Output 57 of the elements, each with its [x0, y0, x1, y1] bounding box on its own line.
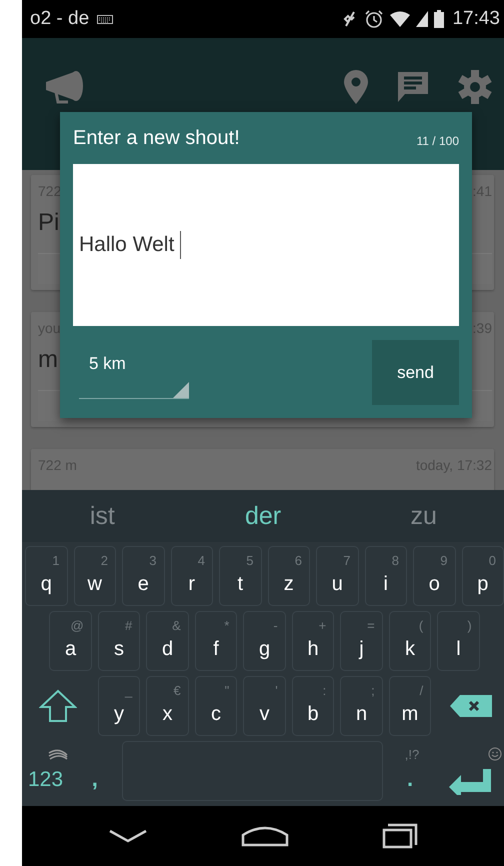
enter-icon [448, 769, 493, 795]
letter-key[interactable]: # s [98, 611, 140, 671]
dialog-title: Enter a new shout! [73, 127, 240, 150]
home-icon[interactable] [240, 825, 289, 847]
carrier-name: o2 - de [30, 8, 90, 30]
letter-key[interactable]: 7 u [316, 546, 358, 606]
signal-icon [416, 11, 428, 27]
letter-key[interactable]: = j [340, 611, 383, 671]
word-suggestion[interactable]: ist [22, 502, 183, 530]
word-suggestion[interactable]: der [182, 502, 344, 530]
letter-key[interactable]: 5 t [219, 546, 262, 606]
backspace-icon [450, 695, 492, 717]
letter-key[interactable]: ) l [437, 611, 480, 671]
back-icon[interactable] [108, 829, 148, 843]
recents-icon[interactable] [382, 823, 418, 849]
letter-key[interactable]: & d [146, 611, 189, 671]
smiley-icon [488, 747, 502, 761]
keyboard-icon [97, 14, 114, 24]
letter-key[interactable]: _ y [98, 676, 140, 736]
letter-key[interactable]: 0 p [462, 546, 504, 606]
symbols-key[interactable]: 123 [25, 741, 68, 801]
letter-key[interactable]: @ a [49, 611, 92, 671]
letter-key[interactable]: ,!? . [388, 741, 432, 801]
letter-key[interactable]: ; n [340, 676, 383, 736]
letter-key[interactable]: : b [292, 676, 334, 736]
letter-key[interactable]: 9 o [413, 546, 456, 606]
chat-icon[interactable] [396, 70, 430, 104]
radius-dropdown[interactable]: 5 km [79, 340, 189, 399]
message-input[interactable]: Hallo Welt [73, 164, 459, 326]
letter-key[interactable]: , [74, 741, 116, 801]
letter-key[interactable]: 8 i [364, 546, 407, 606]
letter-key[interactable]: 6 z [268, 546, 310, 606]
wifi-icon [390, 11, 410, 27]
letter-key[interactable]: 1 q [25, 546, 68, 606]
letter-key[interactable]: ' v [243, 676, 286, 736]
letter-key[interactable]: " c [194, 676, 238, 736]
letter-key[interactable]: ( k [388, 611, 432, 671]
shout-message: m [38, 346, 58, 374]
letter-key[interactable]: - g [243, 611, 286, 671]
battery-icon [434, 10, 444, 28]
send-button[interactable]: send [372, 340, 459, 405]
letter-key[interactable]: + h [292, 611, 334, 671]
shout-message: Pi [38, 209, 60, 237]
settings-icon[interactable] [458, 70, 492, 104]
character-counter: 11 / 100 [416, 134, 459, 150]
letter-key[interactable]: * f [194, 611, 238, 671]
clock-time: 17:43 [452, 8, 500, 30]
letter-key[interactable]: € x [146, 676, 189, 736]
letter-key[interactable]: 3 e [122, 546, 164, 606]
location-pin-icon[interactable] [344, 70, 368, 104]
word-suggestion[interactable]: zu [343, 502, 504, 530]
letter-key[interactable]: 4 r [170, 546, 213, 606]
shift-icon [39, 689, 78, 723]
letter-key[interactable]: 2 w [74, 546, 116, 606]
alarm-icon [364, 9, 384, 29]
dropdown-corner-icon [173, 382, 189, 398]
letter-key[interactable]: / m [388, 676, 432, 736]
